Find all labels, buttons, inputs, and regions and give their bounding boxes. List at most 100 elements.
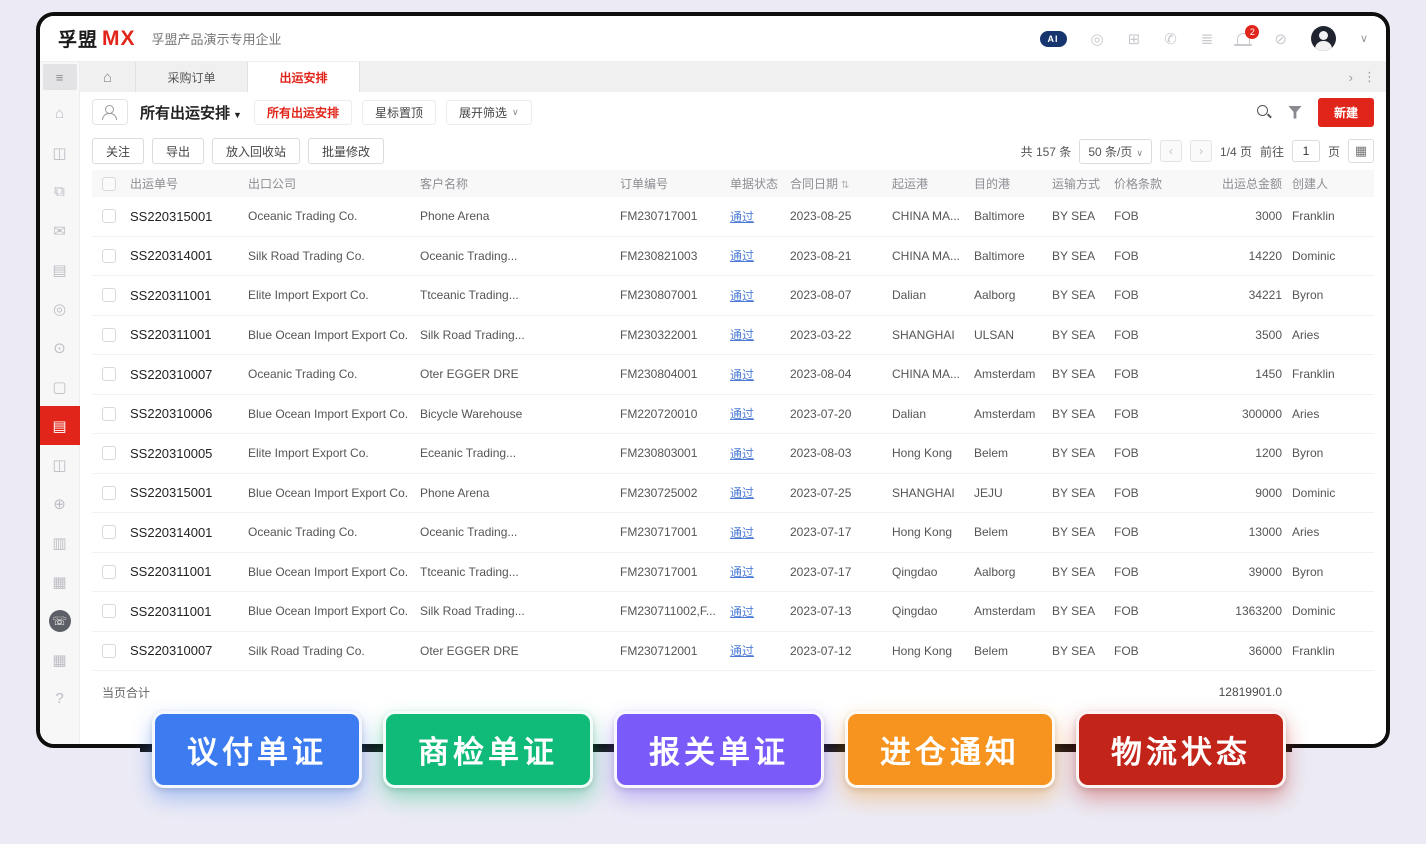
tab-more-icon[interactable]: ⋮ xyxy=(1363,69,1376,85)
sidebar-item-shipping[interactable]: ▤ xyxy=(40,406,80,445)
table-row[interactable]: SS220311001 Elite Import Export Co. Ttcean… xyxy=(92,276,1374,316)
workflow-button-2[interactable]: 报关单证 xyxy=(614,711,824,788)
status-link[interactable]: 通过 xyxy=(730,328,754,342)
row-checkbox[interactable] xyxy=(102,643,116,658)
sidebar-item-contacts[interactable]: ◫ xyxy=(40,133,80,172)
sidebar-item-products[interactable]: ▢ xyxy=(40,367,80,406)
sidebar-item-reports[interactable]: ▦ xyxy=(40,562,80,601)
table-row[interactable]: SS220310007 Oceanic Trading Co. Oter EGGER… xyxy=(92,355,1374,395)
column-header[interactable]: 合同日期 ⇅ xyxy=(790,175,892,192)
select-all-checkbox[interactable] xyxy=(102,176,116,191)
status-link[interactable]: 通过 xyxy=(730,249,754,263)
headset-icon[interactable]: ◎ xyxy=(1091,30,1104,48)
sidebar-item-finance[interactable]: ▥ xyxy=(40,523,80,562)
table-cell: Oceanic Trading Co. xyxy=(248,209,358,224)
total-count: 共 157 条 xyxy=(1020,144,1072,159)
workflow-button-1[interactable]: 商检单证 xyxy=(383,711,593,788)
status-link[interactable]: 通过 xyxy=(730,486,754,500)
next-page-button[interactable]: › xyxy=(1189,140,1212,162)
status-link[interactable]: 通过 xyxy=(730,210,754,224)
toolbar-button-2[interactable]: 放入回收站 xyxy=(212,138,301,164)
search-icon[interactable] xyxy=(1256,104,1272,120)
help-icon[interactable]: ⊘ xyxy=(1274,30,1287,48)
status-link[interactable]: 通过 xyxy=(730,644,754,658)
table-row[interactable]: SS220315001 Blue Ocean Import Export Co. P… xyxy=(92,473,1374,513)
status-link[interactable]: 通过 xyxy=(730,368,754,382)
row-checkbox[interactable] xyxy=(102,327,116,342)
chevron-down-icon[interactable]: ∨ xyxy=(1360,32,1368,45)
caret-down-icon: ∨ xyxy=(511,106,519,117)
table-row[interactable]: SS220311001 Blue Ocean Import Export Co. T… xyxy=(92,552,1374,592)
workflow-button-4[interactable]: 物流状态 xyxy=(1076,711,1286,788)
sidebar-item-documents[interactable]: ◫ xyxy=(40,445,80,484)
tab-1[interactable]: 出运安排 xyxy=(248,62,360,92)
status-link[interactable]: 通过 xyxy=(730,565,754,579)
row-checkbox[interactable] xyxy=(102,446,116,461)
sidebar-item-logistics[interactable]: ⊕ xyxy=(40,484,80,523)
table-row[interactable]: SS220310006 Blue Ocean Import Export Co. B… xyxy=(92,394,1374,434)
table-row[interactable]: SS220311001 Blue Ocean Import Export Co. S… xyxy=(92,592,1374,632)
table-row[interactable]: SS220315001 Oceanic Trading Co. Phone Aren… xyxy=(92,197,1374,237)
user-avatar[interactable] xyxy=(1310,26,1336,51)
sidebar-item-mail[interactable]: ✉ xyxy=(40,211,80,250)
apps-grid-icon[interactable]: ⊞ xyxy=(1128,30,1141,48)
workflow-button-0[interactable]: 议付单证 xyxy=(152,711,362,788)
status-link[interactable]: 通过 xyxy=(730,407,754,421)
filter-funnel-icon[interactable] xyxy=(1287,105,1302,119)
table-cell: Silk Road Trading Co. xyxy=(248,643,365,658)
row-checkbox[interactable] xyxy=(102,406,116,421)
table-cell: FOB xyxy=(1114,367,1139,382)
brand-logo-cn: 孚盟 xyxy=(58,30,99,51)
row-checkbox[interactable] xyxy=(102,248,116,263)
status-link[interactable]: 通过 xyxy=(730,526,754,540)
status-link[interactable]: 通过 xyxy=(730,289,754,303)
tab-scroll-right-icon[interactable]: › xyxy=(1349,70,1353,85)
toolbar-button-1[interactable]: 导出 xyxy=(152,138,205,164)
sidebar-item-company[interactable]: ▤ xyxy=(40,250,80,289)
table-row[interactable]: SS220310005 Elite Import Export Co. Eceani… xyxy=(92,434,1374,474)
notification-bell-icon[interactable]: 2 xyxy=(1234,25,1260,46)
filter-pill-2[interactable]: 展开筛选 ∨ xyxy=(445,99,532,125)
row-checkbox[interactable] xyxy=(102,525,116,540)
filter-pill-0[interactable]: 所有出运安排 xyxy=(253,99,352,125)
sidebar-item-support[interactable]: ☏ xyxy=(40,601,80,640)
row-checkbox[interactable] xyxy=(102,367,116,382)
filter-pill-1[interactable]: 星标置顶 xyxy=(361,99,436,125)
toolbar-button-3[interactable]: 批量修改 xyxy=(308,138,385,164)
table-row[interactable]: SS220314001 Silk Road Trading Co. Oceanic … xyxy=(92,236,1374,276)
column-settings-icon[interactable]: ▦ xyxy=(1348,139,1374,163)
page-size-select[interactable]: 50 条/页 ∨ xyxy=(1079,138,1152,164)
toolbar-button-0[interactable]: 关注 xyxy=(92,138,145,164)
ai-assistant-badge[interactable]: AI xyxy=(1039,30,1067,47)
sidebar-item-help[interactable]: ? xyxy=(40,679,80,718)
tab-0[interactable]: 采购订单 xyxy=(136,62,248,92)
create-new-button[interactable]: 新建 xyxy=(1317,97,1374,127)
sidebar-item-organization[interactable]: ⧉ xyxy=(40,172,80,211)
view-selector-dropdown[interactable]: 所有出运安排 ▼ xyxy=(140,102,242,123)
caret-down-icon: ▼ xyxy=(233,109,242,120)
home-icon[interactable]: ⌂ xyxy=(80,62,136,92)
sort-icon[interactable]: ⇅ xyxy=(841,180,849,191)
row-checkbox[interactable] xyxy=(102,485,116,500)
row-checkbox[interactable] xyxy=(102,564,116,579)
list-icon[interactable]: ≣ xyxy=(1201,30,1214,48)
row-checkbox[interactable] xyxy=(102,209,116,224)
assignee-filter-icon[interactable] xyxy=(92,99,128,125)
row-checkbox[interactable] xyxy=(102,604,116,619)
sidebar-item-home[interactable]: ⌂ xyxy=(40,94,80,133)
table-row[interactable]: SS220314001 Oceanic Trading Co. Oceanic Tr… xyxy=(92,513,1374,553)
table-row[interactable]: SS220311001 Blue Ocean Import Export Co. S… xyxy=(92,315,1374,355)
workflow-button-3[interactable]: 进仓通知 xyxy=(845,711,1055,788)
sidebar-item-calendar[interactable]: ▦ xyxy=(40,640,80,679)
prev-page-button[interactable]: ‹ xyxy=(1159,140,1182,162)
goto-page-input[interactable] xyxy=(1291,140,1320,162)
sidebar-item-marketing[interactable]: ⊙ xyxy=(40,328,80,367)
device-icon[interactable]: ✆ xyxy=(1164,30,1177,48)
table-row[interactable]: SS220310007 Silk Road Trading Co. Oter EGG… xyxy=(92,631,1374,671)
row-checkbox[interactable] xyxy=(102,288,116,303)
status-link[interactable]: 通过 xyxy=(730,447,754,461)
table-cell: FM230322001 xyxy=(620,327,698,342)
status-link[interactable]: 通过 xyxy=(730,605,754,619)
menu-toggle-icon[interactable]: ≡ xyxy=(42,64,77,90)
sidebar-item-crm[interactable]: ◎ xyxy=(40,289,80,328)
